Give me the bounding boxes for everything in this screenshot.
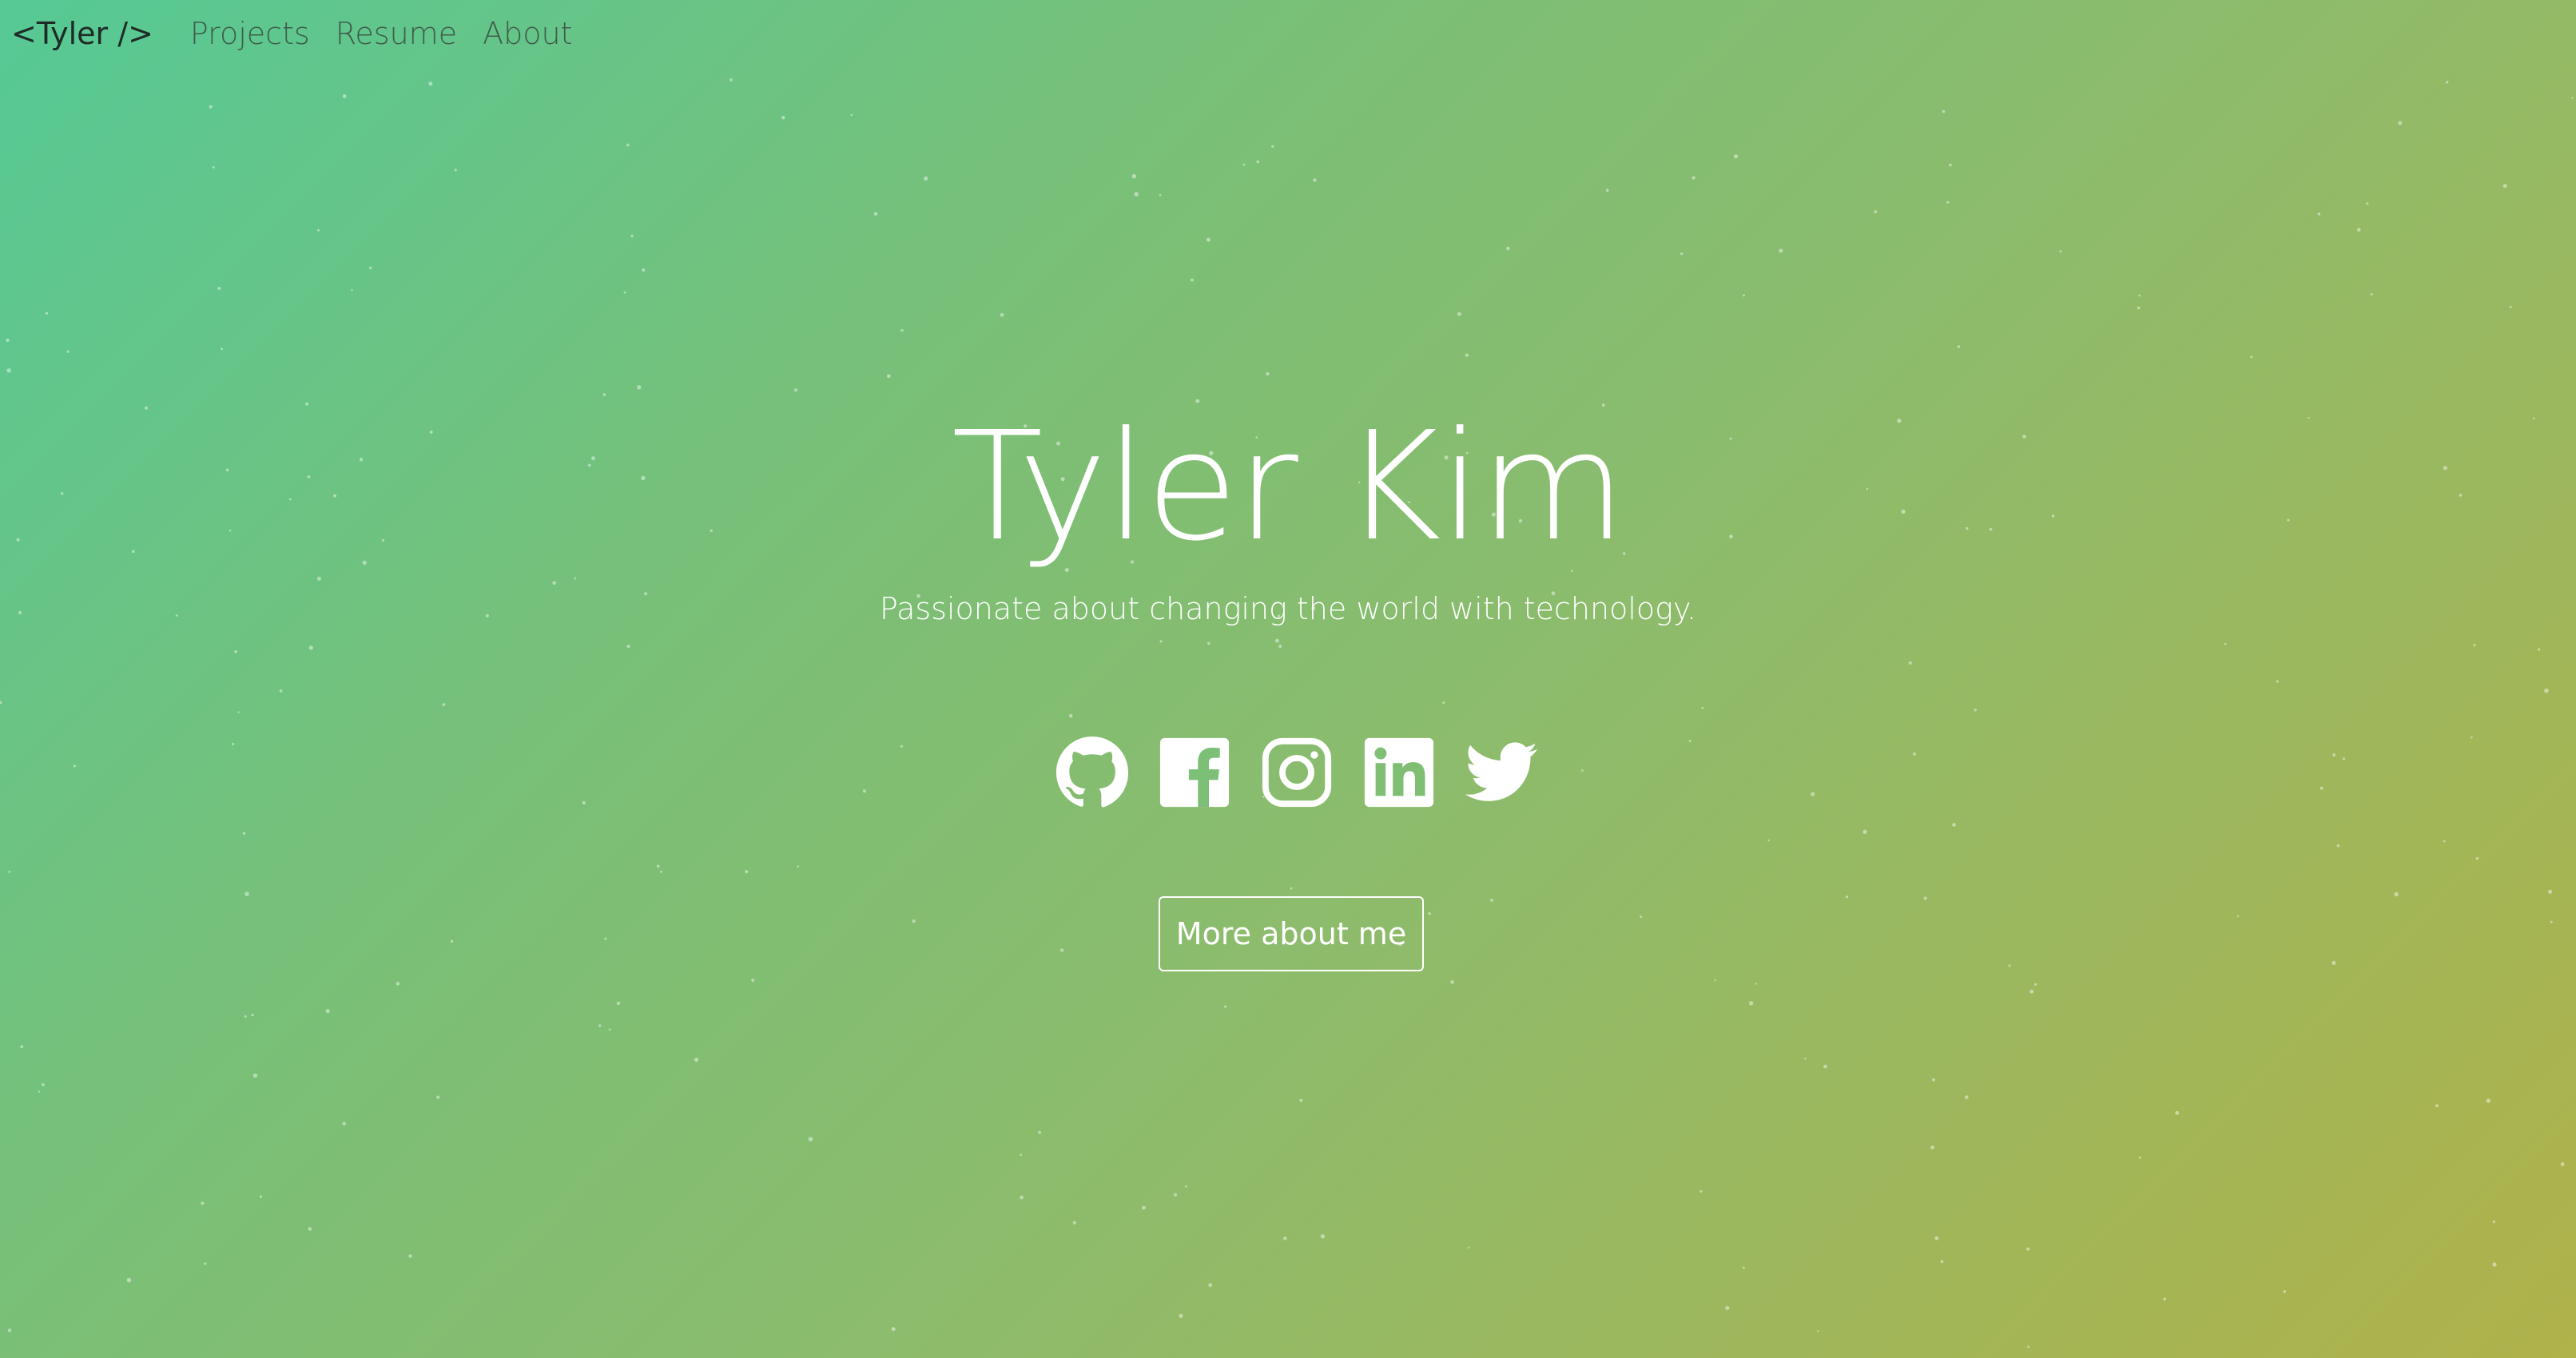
twitter-icon[interactable]: [1464, 735, 1539, 810]
linkedin-icon[interactable]: [1362, 735, 1437, 810]
instagram-icon[interactable]: [1259, 735, 1334, 810]
more-about-me-button[interactable]: More about me: [1159, 896, 1424, 971]
social-links: [1055, 735, 1539, 810]
hero-title: Tyler Kim: [951, 399, 1626, 574]
facebook-icon[interactable]: [1157, 735, 1232, 810]
github-icon[interactable]: [1055, 735, 1130, 810]
hero-section: Tyler Kim Passionate about changing the …: [0, 0, 2576, 1358]
hero-subtitle: Passionate about changing the world with…: [879, 591, 1697, 626]
